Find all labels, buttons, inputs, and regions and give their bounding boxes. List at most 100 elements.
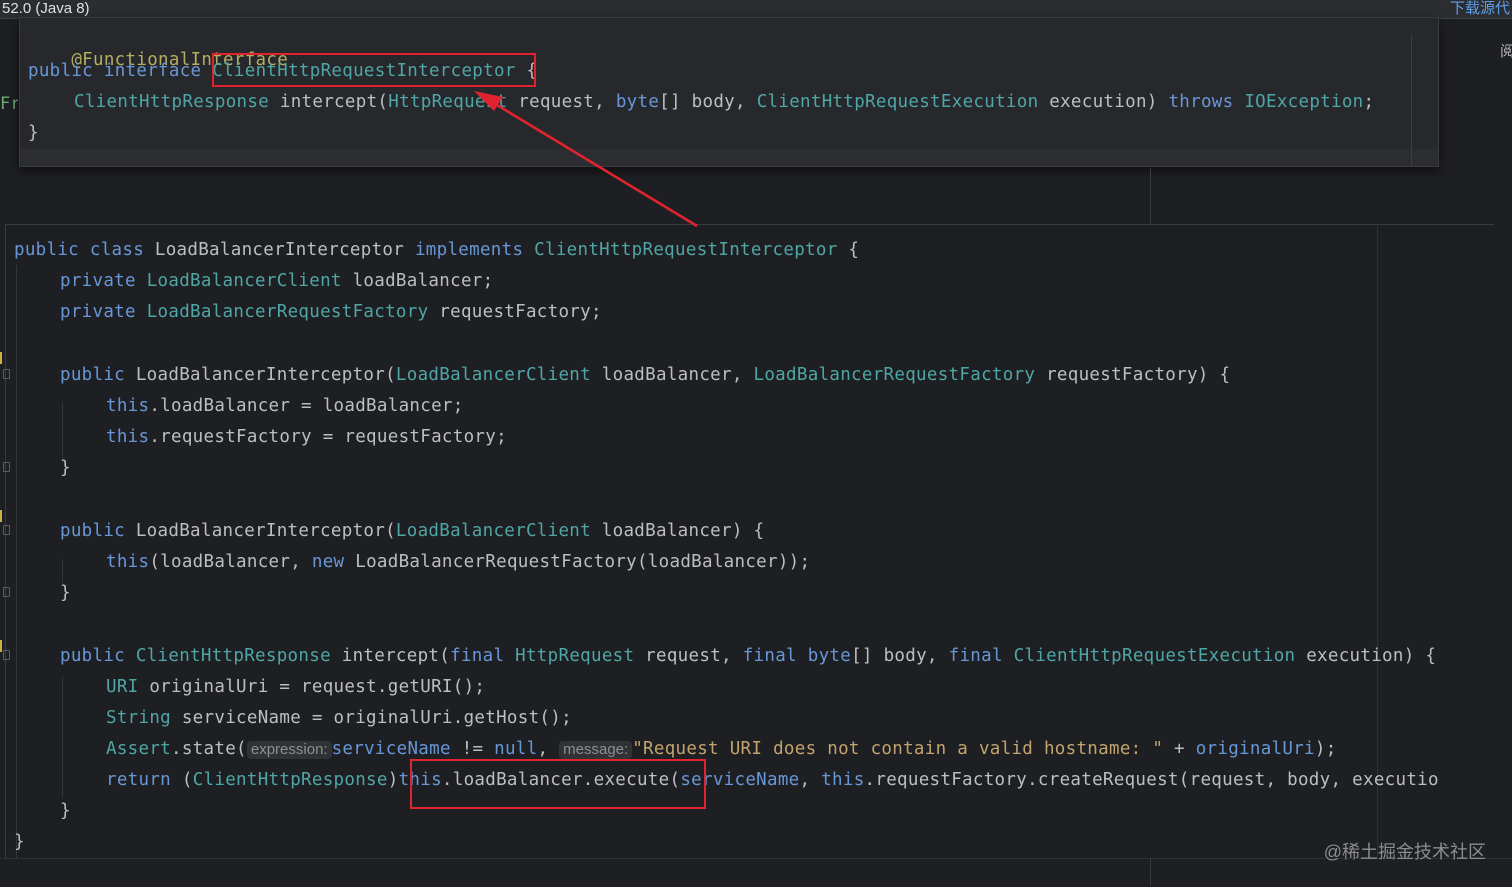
code-line: } (60, 458, 71, 478)
code-line: this.loadBalancer = loadBalancer; (106, 396, 464, 416)
change-marker (0, 510, 2, 522)
statement-token: .requestFactory = requestFactory; (149, 427, 507, 447)
type-token: String (106, 708, 172, 728)
statement-token: .requestFactory.createRequest(request, b… (864, 770, 1439, 790)
field-token: loadBalancer; (341, 271, 494, 291)
keyword-token: this (821, 770, 865, 790)
keyword-token: new (311, 552, 345, 572)
keyword-token: interface (103, 61, 202, 81)
code-line: } (60, 583, 71, 603)
keyword-token: null (494, 739, 538, 759)
statement-token: (loadBalancer, (149, 552, 312, 572)
keyword-token: implements (414, 240, 524, 260)
type-token: ClientHttpResponse (192, 770, 388, 790)
type-token: ClientHttpRequestExecution (1013, 646, 1296, 666)
fold-marker-icon[interactable] (3, 587, 10, 597)
keyword-token: byte (615, 92, 660, 112)
watermark: @稀土掘金技术社区 (1323, 842, 1486, 862)
comma-token: , (537, 739, 560, 759)
statement-token: originalUri = request.getURI(); (138, 677, 486, 697)
highlight-box-execute (410, 759, 706, 809)
operator-token: + (1163, 739, 1196, 759)
indent-guide (16, 265, 17, 859)
statement-token: serviceName = originalUri.getHost(); (171, 708, 572, 728)
keyword-token: this (106, 552, 150, 572)
param-token: loadBalancer) { (590, 521, 765, 541)
code-line: URI originalUri = request.getURI(); (106, 677, 485, 697)
code-line: public ClientHttpResponse intercept(fina… (60, 646, 1436, 666)
fold-marker-icon[interactable] (3, 525, 10, 535)
type-token: ClientHttpRequestExecution (756, 92, 1039, 112)
type-token: URI (106, 677, 139, 697)
code-line: public class LoadBalancerInterceptor imp… (14, 240, 859, 260)
keyword-token: public (28, 61, 94, 81)
quick-definition-popup: @FunctionalInterface public interface Cl… (19, 17, 1439, 167)
type-token: ClientHttpResponse (135, 646, 331, 666)
keyword-token: public (60, 365, 126, 385)
brace-token: { (837, 240, 860, 260)
method-token: intercept( (269, 92, 389, 112)
statement-token: LoadBalancerRequestFactory(loadBalancer)… (344, 552, 811, 572)
code-line: this(loadBalancer, new LoadBalancerReque… (106, 552, 810, 572)
class-name-token: LoadBalancerInterceptor (144, 240, 415, 260)
change-marker (0, 352, 2, 364)
keyword-token: return (106, 770, 172, 790)
keyword-token: final (450, 646, 505, 666)
type-token: LoadBalancerRequestFactory (146, 302, 429, 322)
type-token: ClientHttpRequestInterceptor (534, 240, 838, 260)
keyword-token: final (742, 646, 797, 666)
fold-marker-icon[interactable] (3, 462, 10, 472)
method-token: LoadBalancerInterceptor( (125, 365, 396, 385)
code-line: private LoadBalancerRequestFactory reque… (60, 302, 602, 322)
type-token: LoadBalancerClient (146, 271, 342, 291)
code-line: public LoadBalancerInterceptor(LoadBalan… (60, 365, 1230, 385)
keyword-token: final (948, 646, 1003, 666)
indent-guide (62, 677, 63, 797)
code-line: this.requestFactory = requestFactory; (106, 427, 507, 447)
download-sources-link[interactable]: 下载源代 (1450, 0, 1512, 18)
popup-footer (20, 149, 1438, 166)
type-token: Assert (106, 739, 172, 759)
code-line: private LoadBalancerClient loadBalancer; (60, 271, 493, 291)
string-token: "Request URI does not contain a valid ho… (632, 739, 1164, 759)
brace-token: { (1425, 646, 1437, 666)
method-token: .state( (171, 739, 247, 759)
indent-guide (62, 559, 63, 583)
field-token: requestFactory; (428, 302, 602, 322)
popup-divider (1411, 35, 1412, 166)
code-line: } (60, 801, 71, 821)
type-token: IOException (1244, 92, 1364, 112)
change-marker (0, 640, 2, 652)
param-token: execution) (1038, 92, 1169, 112)
keyword-token: class (89, 240, 145, 260)
paren-token: ( (171, 770, 193, 790)
param-token: request, (634, 646, 743, 666)
code-line: } (28, 123, 39, 143)
type-token: LoadBalancerClient (395, 365, 591, 385)
editor-bottom-strip (0, 858, 1512, 887)
parameter-hint: expression: (246, 741, 332, 759)
fold-marker-icon[interactable] (3, 650, 10, 660)
fold-marker-icon[interactable] (3, 369, 10, 379)
paren-token: ) (387, 770, 399, 790)
type-token: HttpRequest (515, 646, 635, 666)
variable-token: serviceName (331, 739, 451, 759)
statement-token: ); (1314, 739, 1337, 759)
clipped-code-fragment: Fra (0, 94, 18, 114)
type-token: LoadBalancerClient (395, 521, 591, 541)
operator-token: != (450, 739, 495, 759)
semicolon-token: ; (1363, 92, 1375, 112)
indent-guide (62, 403, 63, 459)
code-line: String serviceName = originalUri.getHost… (106, 708, 572, 728)
code-line: } (14, 832, 25, 852)
code-line: Assert.state(expression: serviceName != n… (106, 739, 1337, 759)
keyword-token: public (14, 240, 80, 260)
method-token: intercept( (330, 646, 451, 666)
param-token: request, (507, 92, 616, 112)
class-version-label: 52.0 (Java 8) (2, 0, 90, 17)
reader-mode-label[interactable]: 阅 (1500, 40, 1512, 61)
keyword-token: throws (1168, 92, 1234, 112)
parameter-hint: message: (559, 741, 633, 759)
editor-divider (1150, 168, 1151, 224)
code-line: public LoadBalancerInterceptor(LoadBalan… (60, 521, 764, 541)
